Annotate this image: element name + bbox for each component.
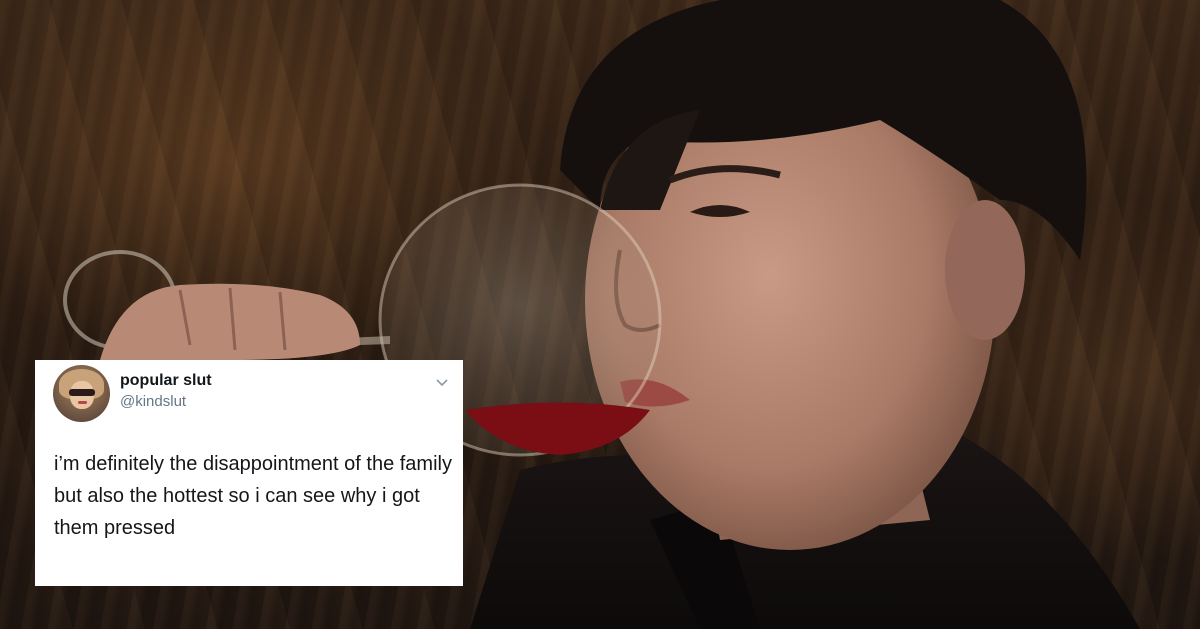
avatar-sunglasses: [69, 389, 95, 396]
display-name[interactable]: popular slut: [120, 372, 212, 390]
tweet-text: i’m definitely the disappointment of the…: [54, 453, 452, 539]
photo-scene: popular slut @kindslut i’m definitely th…: [0, 0, 1200, 629]
avatar[interactable]: [53, 365, 110, 422]
avatar-lips: [78, 401, 87, 404]
ear-shape: [945, 200, 1025, 340]
user-handle[interactable]: @kindslut: [120, 393, 186, 410]
tweet-card[interactable]: popular slut @kindslut i’m definitely th…: [35, 360, 463, 586]
chevron-down-icon[interactable]: [435, 378, 449, 388]
